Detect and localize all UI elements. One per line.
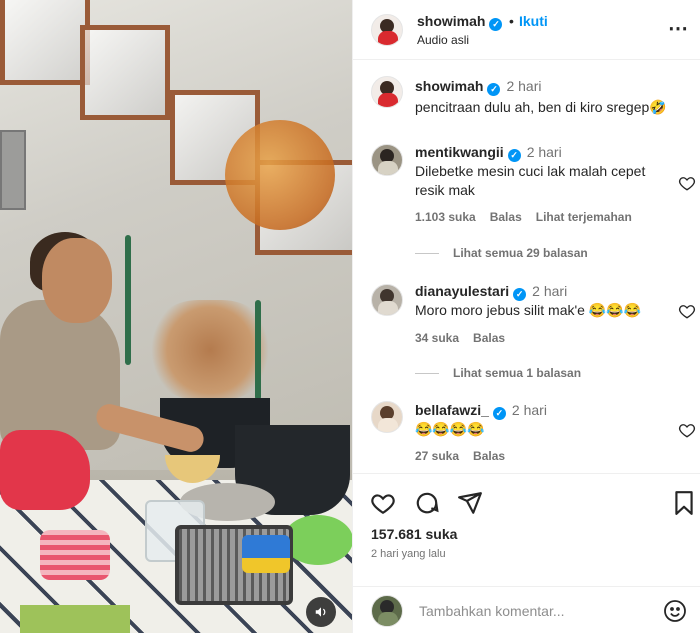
replies-line: [415, 372, 439, 374]
speaker-icon: [315, 607, 326, 617]
comment-avatar[interactable]: [371, 284, 403, 316]
like-count[interactable]: 157.681 suka: [371, 526, 457, 542]
comment-time[interactable]: 2 hari: [527, 144, 562, 160]
comment-header: bellafawzi_ ✓ 2 hari: [415, 402, 547, 420]
comment-item: mentikwangii ✓ 2 hari Dilebetke mesin cuci…: [353, 140, 700, 260]
view-replies-button[interactable]: Lihat semua 29 balasan: [415, 246, 588, 260]
video-bowl: [165, 455, 220, 483]
view-replies-label[interactable]: Lihat semua 1 balasan: [453, 366, 581, 380]
comment-time[interactable]: 2 hari: [512, 402, 547, 418]
comment-text: pencitraan dulu ah, ben di kiro sregep🤣: [415, 99, 667, 115]
verified-icon: ✓: [492, 407, 506, 420]
comment-header: mentikwangii ✓ 2 hari: [415, 144, 562, 162]
view-replies-button[interactable]: Lihat semua 1 balasan: [415, 366, 581, 380]
author-username[interactable]: showimah: [417, 13, 485, 29]
comment-time[interactable]: 2 hari: [532, 283, 567, 299]
video-cloth: [40, 530, 110, 580]
comment-avatar[interactable]: [371, 401, 403, 433]
comment-like-count[interactable]: 27 suka: [415, 449, 459, 463]
verified-icon: ✓: [489, 18, 503, 31]
comment-username[interactable]: dianayulestari: [415, 283, 509, 299]
comment-username[interactable]: showimah: [415, 78, 483, 94]
video-pipe: [255, 300, 261, 400]
emoji-icon[interactable]: [663, 599, 687, 623]
comment-like-icon[interactable]: [678, 302, 696, 320]
caption: showimah ✓ 2 hari pencitraan dulu ah, ben …: [353, 74, 700, 124]
video-pipe: [125, 235, 131, 365]
verified-icon: ✓: [507, 149, 521, 162]
post-video[interactable]: [0, 0, 352, 633]
comment-username[interactable]: bellafawzi_: [415, 402, 489, 418]
author-username-row[interactable]: showimah ✓: [417, 13, 503, 31]
current-user-avatar: [371, 595, 403, 627]
follow-button[interactable]: Ikuti: [519, 13, 548, 29]
comment-text: Moro moro jebus silit mak'e 😂😂😂: [415, 302, 642, 318]
post-sidebar: showimah ✓ • Ikuti Audio asli ⋯ showimah ✓…: [352, 0, 700, 633]
verified-icon: ✓: [487, 83, 501, 96]
reply-button[interactable]: Balas: [473, 331, 505, 345]
comment-item: dianayulestari ✓ 2 hari Moro moro jebus si…: [353, 280, 700, 360]
comment-meta: 27 suka Balas: [415, 449, 519, 463]
post-timestamp[interactable]: 2 hari yang lalu: [371, 548, 446, 560]
author-avatar[interactable]: [371, 14, 403, 46]
instagram-post-view: showimah ✓ • Ikuti Audio asli ⋯ showimah ✓…: [0, 0, 700, 633]
video-sponge: [242, 535, 290, 573]
reply-button[interactable]: Balas: [490, 210, 522, 224]
comment-text: Dilebetke mesin cuci lak malah cepet res…: [415, 163, 646, 198]
comment-header: showimah ✓ 2 hari: [415, 78, 542, 96]
video-green-bowl: [283, 515, 352, 565]
comment-meta: 1.103 suka Balas Lihat terjemahan: [415, 210, 646, 224]
video-wall-unit: [0, 130, 26, 210]
separator-dot: •: [509, 13, 514, 29]
action-bar: 157.681 suka 2 hari yang lalu Tambahkan …: [353, 473, 700, 633]
replies-line: [415, 252, 439, 254]
comment-time[interactable]: 2 hari: [506, 78, 541, 94]
comment-username[interactable]: mentikwangii: [415, 144, 504, 160]
comment-avatar[interactable]: [371, 144, 403, 176]
bookmark-icon[interactable]: [671, 490, 697, 516]
comment-like-count[interactable]: 34 suka: [415, 331, 459, 345]
more-options-icon[interactable]: ⋯: [668, 16, 689, 41]
video-stair-shelf: [80, 25, 170, 120]
post-header: showimah ✓ • Ikuti Audio asli ⋯: [353, 0, 700, 60]
audio-label[interactable]: Audio asli: [417, 33, 469, 47]
verified-icon: ✓: [513, 288, 527, 301]
comment-composer: Tambahkan komentar...: [353, 586, 700, 633]
comment-input[interactable]: Tambahkan komentar...: [419, 603, 565, 619]
video-plates: [225, 120, 335, 230]
comment-icon[interactable]: [414, 490, 440, 516]
heart-icon[interactable]: [370, 490, 396, 516]
view-replies-label[interactable]: Lihat semua 29 balasan: [453, 246, 588, 260]
comment-text: 😂😂😂😂: [415, 421, 485, 437]
comment-like-count[interactable]: 1.103 suka: [415, 210, 476, 224]
video-stair-shelf: [0, 0, 90, 85]
volume-button[interactable]: [306, 597, 336, 627]
video-wall-patch: [150, 300, 270, 400]
comment-meta: 34 suka Balas: [415, 331, 519, 345]
comment-like-icon[interactable]: [678, 421, 696, 439]
video-person-head: [42, 238, 112, 323]
reply-button[interactable]: Balas: [473, 449, 505, 463]
video-mat: [20, 605, 130, 633]
comment-like-icon[interactable]: [678, 174, 696, 192]
share-icon[interactable]: [457, 490, 483, 516]
comment-item: bellafawzi_ ✓ 2 hari 😂😂😂😂 27 suka Balas: [353, 399, 700, 471]
comment-avatar[interactable]: [371, 76, 403, 108]
see-translation-button[interactable]: Lihat terjemahan: [536, 210, 632, 224]
video-person-shorts: [0, 430, 90, 510]
comment-header: dianayulestari ✓ 2 hari: [415, 283, 567, 301]
